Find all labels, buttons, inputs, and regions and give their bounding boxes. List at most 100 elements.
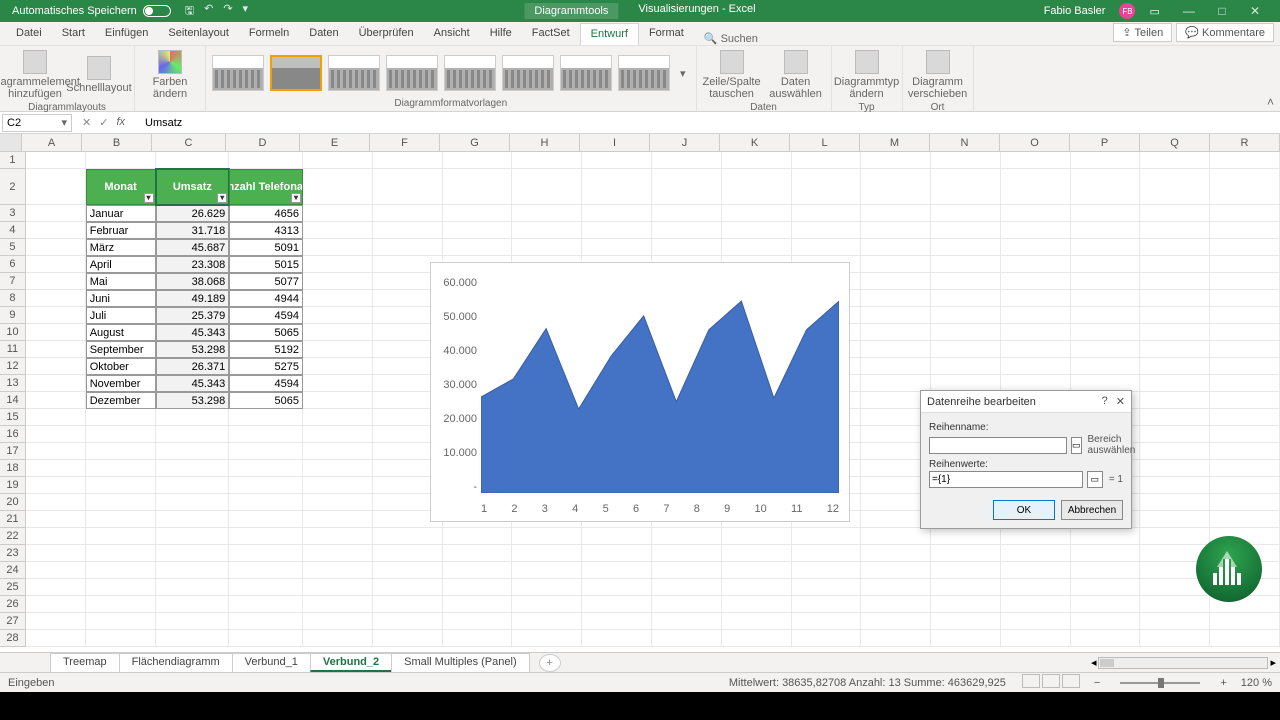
empty-cell[interactable] [1210, 477, 1280, 494]
empty-cell[interactable] [26, 341, 86, 358]
empty-cell[interactable] [861, 290, 931, 307]
empty-cell[interactable] [229, 152, 303, 169]
empty-cell[interactable] [1210, 409, 1280, 426]
empty-cell[interactable] [373, 169, 443, 205]
table-cell[interactable]: Februar [86, 222, 156, 239]
empty-cell[interactable] [1071, 152, 1141, 169]
empty-cell[interactable] [303, 324, 373, 341]
empty-cell[interactable] [1071, 613, 1141, 630]
empty-cell[interactable] [1001, 630, 1071, 647]
empty-cell[interactable] [582, 169, 652, 205]
empty-cell[interactable] [1210, 494, 1280, 511]
column-header[interactable]: A [22, 134, 82, 151]
cancel-formula-icon[interactable]: ✕ [82, 116, 91, 129]
empty-cell[interactable] [303, 409, 373, 426]
empty-cell[interactable] [229, 579, 303, 596]
chart-style-6[interactable] [502, 55, 554, 91]
select-data-button[interactable]: Daten auswählen [767, 50, 825, 100]
empty-cell[interactable] [1071, 358, 1141, 375]
empty-cell[interactable] [512, 596, 582, 613]
empty-cell[interactable] [861, 324, 931, 341]
empty-cell[interactable] [1140, 169, 1210, 205]
empty-cell[interactable] [229, 562, 303, 579]
enter-formula-icon[interactable]: ✓ [99, 116, 108, 129]
column-header[interactable]: G [440, 134, 510, 151]
empty-cell[interactable] [1001, 239, 1071, 256]
empty-cell[interactable] [156, 579, 230, 596]
empty-cell[interactable] [156, 152, 230, 169]
empty-cell[interactable] [26, 460, 86, 477]
empty-cell[interactable] [792, 152, 862, 169]
empty-cell[interactable] [303, 169, 373, 205]
empty-cell[interactable] [861, 630, 931, 647]
empty-cell[interactable] [229, 613, 303, 630]
ribbon-tab-start[interactable]: Start [52, 23, 95, 45]
empty-cell[interactable] [1071, 239, 1141, 256]
row-header[interactable]: 20 [0, 494, 26, 511]
empty-cell[interactable] [582, 239, 652, 256]
chart-style-5[interactable] [444, 55, 496, 91]
empty-cell[interactable] [652, 545, 722, 562]
empty-cell[interactable] [1140, 358, 1210, 375]
row-header[interactable]: 8 [0, 290, 26, 307]
empty-cell[interactable] [722, 169, 792, 205]
empty-cell[interactable] [303, 307, 373, 324]
empty-cell[interactable] [931, 152, 1001, 169]
empty-cell[interactable] [26, 511, 86, 528]
empty-cell[interactable] [156, 511, 230, 528]
empty-cell[interactable] [303, 205, 373, 222]
empty-cell[interactable] [303, 511, 373, 528]
empty-cell[interactable] [1071, 596, 1141, 613]
row-header[interactable]: 17 [0, 443, 26, 460]
empty-cell[interactable] [1140, 256, 1210, 273]
cancel-button[interactable]: Abbrechen [1061, 500, 1123, 520]
empty-cell[interactable] [931, 596, 1001, 613]
empty-cell[interactable] [229, 426, 303, 443]
empty-cell[interactable] [26, 152, 86, 169]
empty-cell[interactable] [303, 341, 373, 358]
empty-cell[interactable] [931, 273, 1001, 290]
empty-cell[interactable] [303, 358, 373, 375]
empty-cell[interactable] [26, 307, 86, 324]
table-cell[interactable]: August [86, 324, 156, 341]
empty-cell[interactable] [931, 169, 1001, 205]
empty-cell[interactable] [512, 205, 582, 222]
table-cell[interactable]: 49.189 [156, 290, 230, 307]
empty-cell[interactable] [861, 256, 931, 273]
empty-cell[interactable] [1210, 290, 1280, 307]
empty-cell[interactable] [582, 528, 652, 545]
empty-cell[interactable] [1071, 256, 1141, 273]
move-chart-button[interactable]: Diagramm verschieben [909, 50, 967, 100]
zoom-out-icon[interactable]: − [1094, 677, 1100, 689]
empty-cell[interactable] [512, 528, 582, 545]
empty-cell[interactable] [1001, 545, 1071, 562]
dialog-close-icon[interactable]: ✕ [1116, 395, 1125, 408]
zoom-slider[interactable] [1120, 682, 1200, 684]
empty-cell[interactable] [1210, 152, 1280, 169]
empty-cell[interactable] [512, 152, 582, 169]
row-header[interactable]: 5 [0, 239, 26, 256]
empty-cell[interactable] [1210, 460, 1280, 477]
row-header[interactable]: 1 [0, 152, 26, 169]
row-header[interactable]: 11 [0, 341, 26, 358]
empty-cell[interactable] [861, 613, 931, 630]
empty-cell[interactable] [1140, 528, 1210, 545]
empty-cell[interactable] [1140, 290, 1210, 307]
empty-cell[interactable] [722, 528, 792, 545]
empty-cell[interactable] [652, 613, 722, 630]
undo-icon[interactable]: ↶ [204, 2, 213, 21]
empty-cell[interactable] [303, 443, 373, 460]
empty-cell[interactable] [582, 579, 652, 596]
empty-cell[interactable] [1001, 169, 1071, 205]
empty-cell[interactable] [443, 169, 513, 205]
empty-cell[interactable] [861, 341, 931, 358]
empty-cell[interactable] [156, 528, 230, 545]
save-icon[interactable]: 🖫 [185, 2, 194, 21]
row-header[interactable]: 14 [0, 392, 26, 409]
empty-cell[interactable] [303, 596, 373, 613]
empty-cell[interactable] [86, 409, 156, 426]
row-header[interactable]: 2 [0, 169, 26, 205]
zoom-level[interactable]: 120 % [1241, 677, 1272, 689]
sheet-tab[interactable]: Verbund_1 [232, 653, 311, 672]
chart-style-7[interactable] [560, 55, 612, 91]
